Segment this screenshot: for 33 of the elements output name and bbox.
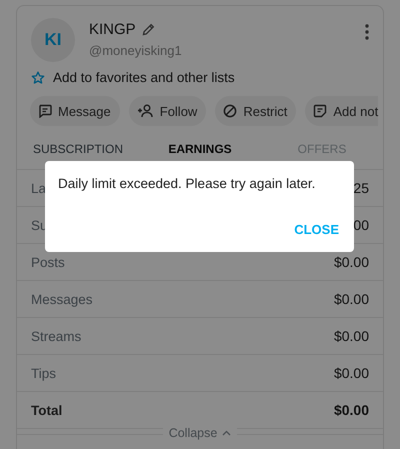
profile-name: KINGP: [89, 21, 136, 38]
row-label: La: [31, 180, 46, 196]
person-plus-icon: [136, 104, 154, 118]
total-amount: $0.00: [334, 402, 369, 418]
collapse-button[interactable]: Collapse: [162, 425, 238, 440]
row-label: Posts: [31, 254, 65, 270]
favorites-link[interactable]: Add to favorites and other lists: [53, 70, 235, 85]
row-amount: $0.00: [334, 365, 369, 381]
pencil-icon[interactable]: [142, 23, 155, 36]
row-label: Tips: [31, 366, 56, 380]
message-icon: [38, 104, 52, 118]
more-icon[interactable]: [365, 24, 369, 40]
tab[interactable]: SUBSCRIPTION: [32, 140, 123, 158]
row-amount: $0.00: [334, 328, 369, 344]
row-amount: 00: [353, 217, 369, 233]
close-button[interactable]: CLOSE: [291, 216, 342, 243]
star-icon[interactable]: [31, 70, 45, 84]
row-amount: $0.00: [334, 254, 369, 270]
tab[interactable]: EARNINGS: [168, 140, 232, 158]
caret-up-icon: [222, 430, 232, 436]
message-button[interactable]: Message: [30, 96, 120, 126]
note-icon: [313, 104, 328, 118]
restrict-icon: [223, 104, 238, 118]
restrict-button[interactable]: Restrict: [215, 96, 296, 126]
row-label: Messages: [31, 292, 93, 306]
dialog-message: Daily limit exceeded. Please try again later.: [58, 176, 316, 191]
follow-button[interactable]: Follow: [128, 96, 206, 126]
row-amount: 25: [353, 180, 369, 196]
profile-handle: @moneyisking1: [89, 43, 183, 58]
row-label: Streams: [31, 328, 82, 344]
total-label: Total: [31, 402, 62, 418]
row-amount: $0.00: [334, 291, 369, 307]
add-note-button[interactable]: Add not: [305, 96, 378, 126]
